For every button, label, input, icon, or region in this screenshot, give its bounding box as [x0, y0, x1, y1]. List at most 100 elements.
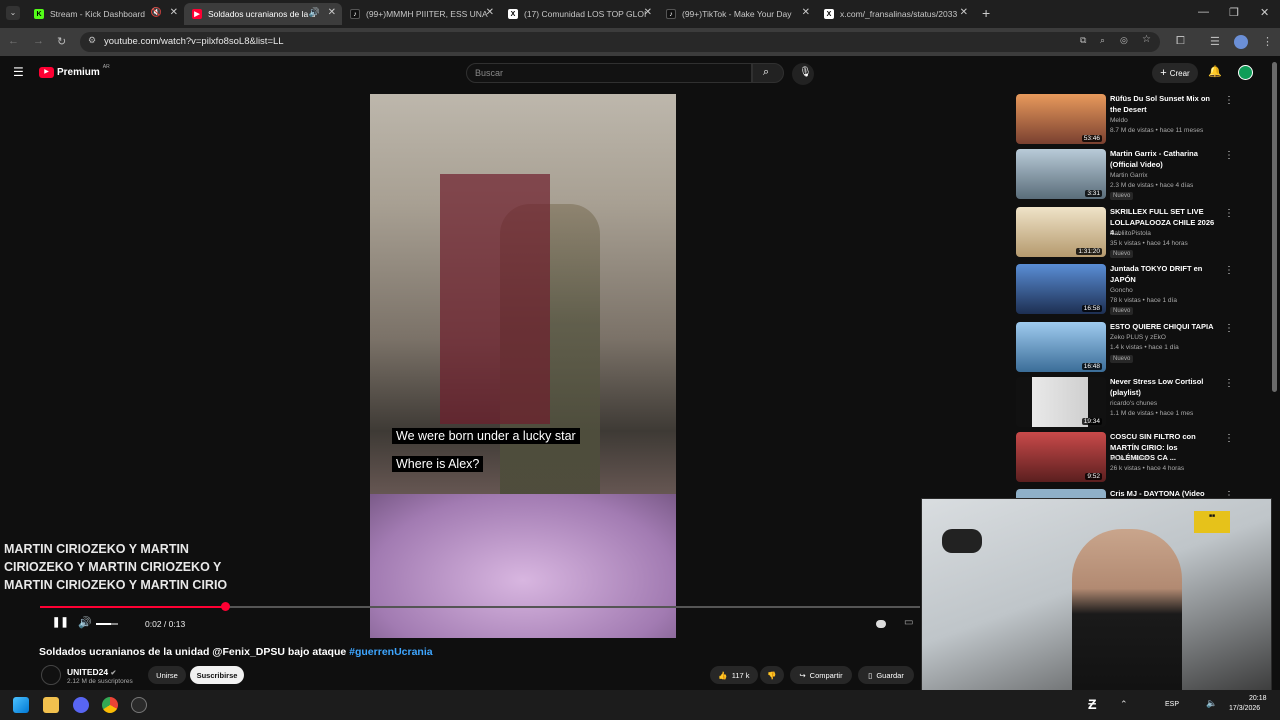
video-frame-curtain: [440, 174, 550, 424]
obs-icon[interactable]: [131, 697, 147, 713]
search-input[interactable]: Buscar: [466, 63, 752, 83]
profile-avatar[interactable]: [1234, 35, 1248, 49]
video-duration: 16:48: [1081, 363, 1102, 370]
like-button[interactable]: 👍 117 k: [710, 666, 758, 684]
forward-icon[interactable]: →: [33, 35, 44, 47]
tiktok-icon: ♪: [350, 9, 360, 19]
back-icon[interactable]: ←: [8, 35, 19, 47]
more-options-icon[interactable]: ⋮: [1224, 378, 1234, 389]
extensions-icon[interactable]: ⧠: [1176, 35, 1185, 48]
windows-start-icon[interactable]: [13, 697, 29, 713]
subscribe-button[interactable]: Suscribirse: [190, 666, 244, 684]
recommendation-item[interactable]: 53:46 Rüfüs Du Sol Sunset Mix on the Des…: [1016, 94, 1236, 148]
dislike-button[interactable]: 👎: [760, 666, 784, 684]
eye-off-icon[interactable]: ◎: [1120, 35, 1128, 46]
media-controls-icon[interactable]: ☰: [1210, 35, 1220, 48]
video-player[interactable]: We were born under a lucky star Where is…: [370, 94, 676, 638]
chrome-icon[interactable]: [102, 697, 118, 713]
more-options-icon[interactable]: ⋮: [1224, 150, 1234, 161]
browser-tab-tiktok-1[interactable]: ♪ (99+)MMMH PIIITER, ESS UNA ✕: [342, 3, 500, 25]
clock-time[interactable]: 20:18: [1249, 695, 1267, 702]
browser-tab-youtube[interactable]: ▶ Soldados ucranianos de la u 🔊 ✕: [184, 3, 342, 25]
voice-search-button[interactable]: 🎙: [792, 63, 814, 85]
disaster-area-sign: ■■: [1194, 511, 1230, 533]
more-options-icon[interactable]: ⋮: [1224, 208, 1234, 219]
tray-app-icon[interactable]: Ƶ: [1088, 696, 1097, 712]
youtube-header: ☰ ▶ Premium AR Buscar ⌕ 🎙 + Crear 🔔: [0, 56, 1270, 90]
install-app-icon[interactable]: ⧉: [1080, 35, 1086, 46]
tab-audio-icon[interactable]: 🔊: [309, 7, 320, 18]
tab-muted-icon[interactable]: 🔇: [151, 7, 162, 18]
video-progress-scrubber[interactable]: [220, 602, 230, 611]
close-tab-icon[interactable]: ✕: [486, 7, 494, 18]
video-duration: 19:34: [1081, 418, 1102, 425]
video-hashtag[interactable]: #guerrenUcrania: [349, 646, 432, 658]
more-options-icon[interactable]: ⋮: [1224, 95, 1234, 106]
video-duration: 53:46: [1081, 135, 1102, 142]
recommendation-meta: 1.4 k vistas • hace 1 día: [1110, 344, 1179, 351]
account-avatar[interactable]: [1238, 65, 1253, 80]
subtitle-line-1: We were born under a lucky star: [392, 428, 580, 444]
more-options-icon[interactable]: ⋮: [1224, 433, 1234, 444]
save-button[interactable]: ▯ Guardar: [858, 666, 914, 684]
search-button[interactable]: ⌕: [752, 63, 784, 83]
recommendation-channel: Martin Garrix: [1110, 172, 1148, 179]
recommendation-item[interactable]: 16:58 Juntada TOKYO DRIFT en JAPÓN Gonch…: [1016, 264, 1236, 318]
new-badge: Nuevo: [1110, 250, 1134, 258]
notifications-bell-icon[interactable]: 🔔: [1208, 65, 1222, 78]
create-button[interactable]: + Crear: [1152, 63, 1198, 83]
close-window-icon[interactable]: ✕: [1260, 6, 1269, 19]
share-button[interactable]: ↪ Compartir: [790, 666, 852, 684]
recommendation-channel: MDA Noticias: [1110, 455, 1150, 462]
x-icon: X: [508, 9, 518, 19]
discord-icon[interactable]: [73, 697, 89, 713]
address-bar[interactable]: ⚙ youtube.com/watch?v=pilxfo8soL8&list=L…: [80, 32, 1160, 52]
close-tab-icon[interactable]: ✕: [802, 7, 810, 18]
close-tab-icon[interactable]: ✕: [960, 7, 968, 18]
close-tab-icon[interactable]: ✕: [328, 7, 336, 18]
autoplay-toggle[interactable]: [876, 620, 886, 628]
browser-tab-x-community[interactable]: X (17) Comunidad LOS TOP GLOI ✕: [500, 3, 658, 25]
streamer-webcam-overlay: ■■: [921, 498, 1272, 696]
more-options-icon[interactable]: ⋮: [1224, 265, 1234, 276]
more-options-icon[interactable]: ⋮: [1224, 323, 1234, 334]
browser-menu-icon[interactable]: ⋮: [1262, 35, 1273, 48]
youtube-premium-logo[interactable]: ▶ Premium AR: [39, 64, 110, 78]
volume-icon[interactable]: 🔊: [78, 616, 92, 629]
clock-date[interactable]: 17/3/2026: [1229, 705, 1260, 712]
tab-title: (17) Comunidad LOS TOP GLOI: [524, 9, 647, 19]
file-explorer-icon[interactable]: [43, 697, 59, 713]
new-tab-button[interactable]: +: [982, 5, 990, 21]
video-time: 0:02 / 0:13: [145, 619, 186, 629]
recommendation-item[interactable]: 9:52 COSCU SIN FILTRO con MARTÍN CIRIO: …: [1016, 432, 1236, 486]
miniplayer-icon[interactable]: ▭: [904, 617, 913, 628]
bookmark-star-icon[interactable]: ☆: [1142, 34, 1151, 45]
video-duration: 1:31:20: [1076, 248, 1102, 255]
minimize-icon[interactable]: —: [1198, 6, 1209, 18]
browser-tab-x-status[interactable]: X x.com/_fransalinas/status/2033 ✕: [816, 3, 974, 25]
recommendation-item[interactable]: 16:48 ESTO QUIERE CHIQUI TAPIA Zeko PLUS…: [1016, 322, 1236, 376]
restore-icon[interactable]: ❐: [1229, 6, 1239, 19]
recommendation-item[interactable]: 19:34 Never Stress Low Cortisol (playlis…: [1016, 377, 1236, 431]
hamburger-menu-icon[interactable]: ☰: [13, 65, 24, 79]
show-hidden-icons[interactable]: ⌃: [1120, 699, 1128, 710]
site-info-icon[interactable]: ⚙: [88, 35, 96, 46]
recommendation-item[interactable]: 1:31:20 SKRILLEX FULL SET LIVE LOLLAPALO…: [1016, 207, 1236, 261]
close-tab-icon[interactable]: ✕: [170, 7, 178, 18]
join-button[interactable]: Unirse: [148, 666, 186, 684]
page-scrollbar[interactable]: [1272, 62, 1277, 392]
browser-tab-kick[interactable]: K Stream - Kick Dashboard 🔇 ✕: [26, 3, 184, 25]
input-language[interactable]: ESP: [1165, 701, 1179, 708]
volume-tray-icon[interactable]: 🔈: [1206, 698, 1217, 709]
channel-avatar[interactable]: [41, 665, 61, 685]
zoom-icon[interactable]: ⌕: [1100, 35, 1105, 46]
recommendation-item[interactable]: 3:31 Martin Garrix - Catharina (Official…: [1016, 149, 1236, 203]
pause-icon[interactable]: ❚❚: [52, 617, 69, 628]
recommendation-meta: 8.7 M de vistas • hace 11 meses: [1110, 127, 1204, 134]
reload-icon[interactable]: ↻: [57, 35, 66, 48]
recommendation-channel: ricardo's chunes: [1110, 400, 1158, 407]
tab-search-button[interactable]: ⌄: [6, 6, 20, 20]
channel-name[interactable]: UNITED24 ✔: [67, 667, 116, 677]
browser-tab-tiktok-2[interactable]: ♪ (99+)TikTok - Make Your Day ✕: [658, 3, 816, 25]
close-tab-icon[interactable]: ✕: [644, 7, 652, 18]
